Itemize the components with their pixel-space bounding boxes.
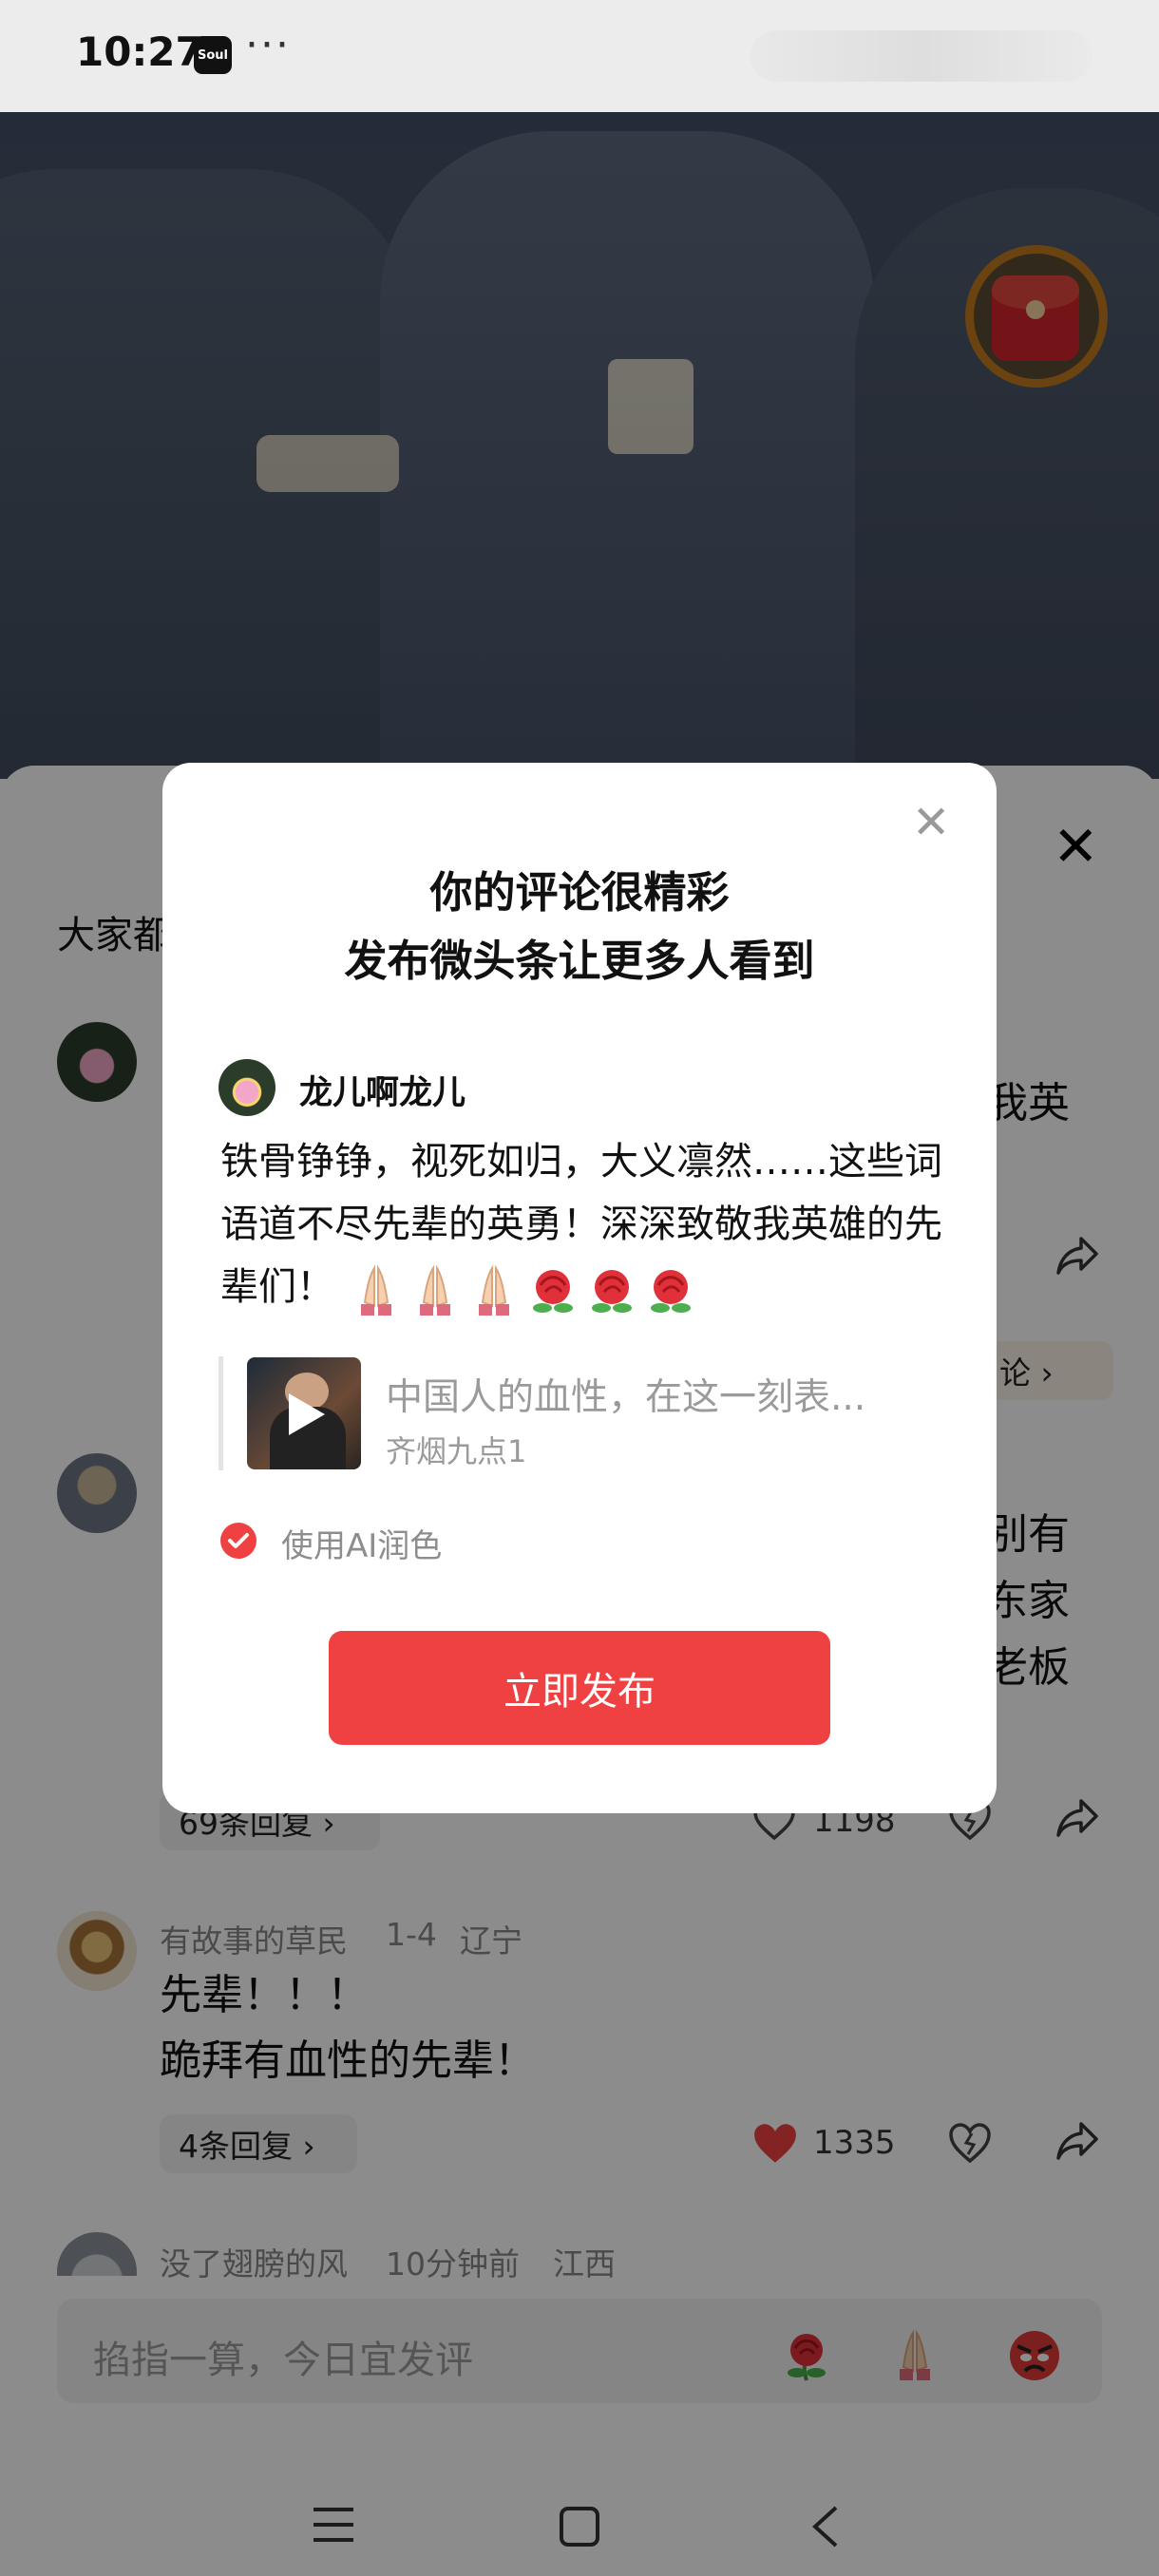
soul-app-icon: Soul [194,36,232,74]
rose-emoji-icon [591,1270,632,1313]
quoted-video-source: 齐烟九点1 [386,1433,527,1469]
publish-button[interactable]: 立即发布 [329,1631,830,1745]
rose-emoji-icon [650,1270,691,1313]
username: 龙儿啊龙儿 [299,1074,466,1112]
praying-hands-emoji-icon [360,1264,391,1316]
status-clock: 10:27 [76,28,203,75]
post-body: 铁骨铮铮，视死如归，大义凛然……这些词语道不尽先辈的英勇！深深致敬我英雄的先辈们… [220,1130,957,1320]
dialog-close-icon[interactable]: ✕ [912,800,950,845]
ai-polish-label[interactable]: 使用AI润色 [281,1520,442,1566]
praying-hands-emoji-icon [478,1264,509,1316]
status-indicators [750,30,1092,82]
praying-hands-emoji-icon [419,1264,450,1316]
post-body-emojis [347,1258,700,1320]
quoted-video-title[interactable]: 中国人的血性，在这一刻表... [386,1368,865,1421]
ai-polish-checkbox[interactable] [220,1523,256,1559]
quote-divider [218,1356,223,1470]
dialog-title: 你的评论很精彩 [429,867,730,918]
play-icon [289,1393,325,1435]
quoted-video-thumbnail[interactable] [247,1357,361,1469]
rose-emoji-icon [532,1270,573,1313]
status-more-icon: ··· [245,21,291,69]
user-avatar [218,1059,276,1116]
dialog-subtitle: 发布微头条让更多人看到 [344,936,815,986]
